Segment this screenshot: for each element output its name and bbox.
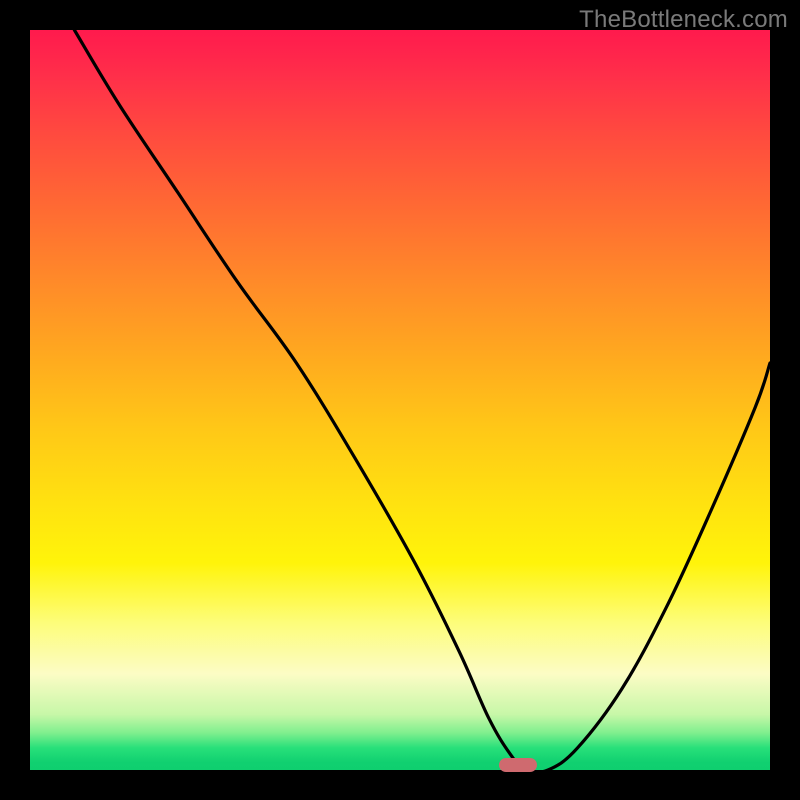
plot-area	[30, 30, 770, 770]
bottleneck-curve-path	[74, 30, 770, 773]
watermark-text: TheBottleneck.com	[579, 6, 788, 34]
optimum-marker	[499, 758, 537, 772]
chart-frame: TheBottleneck.com	[0, 0, 800, 800]
curve-svg	[30, 30, 770, 770]
